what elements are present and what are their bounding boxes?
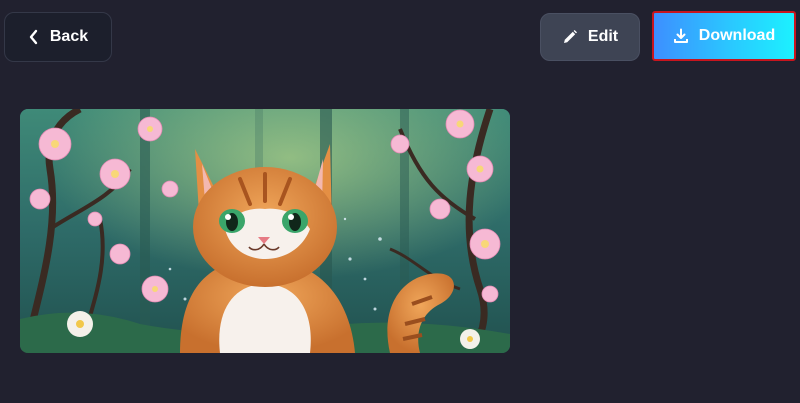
edit-button[interactable]: Edit <box>540 13 640 61</box>
download-icon <box>673 28 689 44</box>
pencil-icon <box>562 29 578 45</box>
back-button[interactable]: Back <box>4 12 112 62</box>
chevron-left-icon <box>28 29 40 45</box>
edit-button-label: Edit <box>587 28 619 45</box>
download-button[interactable]: Download <box>652 11 796 61</box>
image-viewer-page: Back Edit Download <box>0 0 800 403</box>
back-button-label: Back <box>49 28 89 45</box>
download-button-label: Download <box>698 27 776 44</box>
generated-image <box>20 109 510 353</box>
